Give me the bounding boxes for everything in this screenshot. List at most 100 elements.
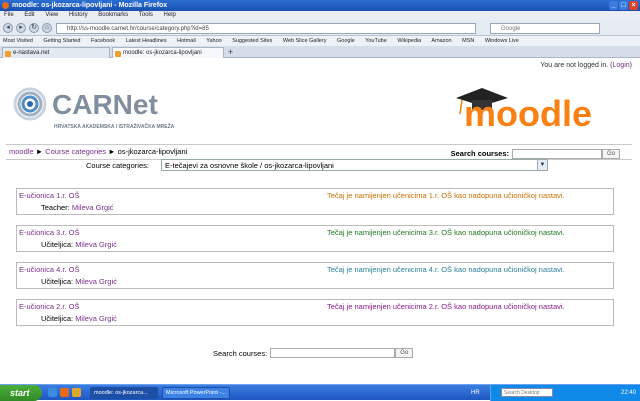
- menu-bookmarks[interactable]: Bookmarks: [98, 12, 128, 18]
- bookmark-item[interactable]: MSN: [462, 38, 474, 44]
- firefox-icon: [2, 2, 9, 9]
- tab-moodle[interactable]: moodle: os-jkozarca-lipovljani: [112, 47, 224, 58]
- back-icon[interactable]: ◂: [3, 23, 13, 33]
- menu-view[interactable]: View: [45, 12, 58, 18]
- tab-favicon-icon: [115, 51, 121, 57]
- login-close: ): [629, 62, 632, 69]
- course-description: Tečaj je namijenjen učenicima 4.r. OŠ ka…: [327, 265, 565, 274]
- minimize-icon[interactable]: _: [609, 1, 618, 10]
- bookmarks-toolbar: Most Visited Getting Started Facebook La…: [0, 36, 640, 46]
- teacher-link[interactable]: Mileva Grgić: [75, 277, 117, 286]
- course-description: Tečaj je namijenjen učenicima 2.r. OŠ ka…: [327, 302, 565, 311]
- course-description: Tečaj je namijenjen učenicima 3.r. OŠ ka…: [327, 228, 565, 237]
- bookmark-item[interactable]: Web Slice Gallery: [283, 38, 327, 44]
- window-title-bar: moodle: os-jkozarca-lipovljani - Mozilla…: [0, 0, 640, 11]
- bookmark-item[interactable]: Wikipedia: [397, 38, 421, 44]
- course-list: E-učionica 1.r. OŠ Teacher: Mileva Grgić…: [16, 188, 614, 336]
- home-icon[interactable]: ⌂: [42, 23, 52, 33]
- course-teacher: Učiteljica: Mileva Grgić: [41, 314, 117, 323]
- bookmark-item[interactable]: Hotmail: [177, 38, 196, 44]
- forward-icon[interactable]: ▸: [16, 23, 26, 33]
- menu-file[interactable]: File: [4, 12, 14, 18]
- teacher-link[interactable]: Mileva Grgić: [72, 203, 114, 212]
- search-label: Search courses:: [213, 348, 268, 358]
- course-item: E-učionica 3.r. OŠ Učiteljica: Mileva Gr…: [16, 225, 614, 252]
- teacher-link[interactable]: Mileva Grgić: [75, 314, 117, 323]
- login-link[interactable]: Login: [613, 62, 630, 69]
- close-icon[interactable]: ×: [629, 1, 638, 10]
- taskbar-item-firefox[interactable]: moodle: os-jkozarca...: [90, 387, 158, 399]
- teacher-role: Učiteljica:: [41, 277, 74, 286]
- teacher-role: Teacher:: [41, 203, 70, 212]
- breadcrumb-separator: ►: [106, 147, 118, 156]
- carnet-logo[interactable]: CARNet HRVATSKA AKADEMSKA I ISTRAŽIVAČKA…: [12, 84, 212, 136]
- menu-edit[interactable]: Edit: [24, 12, 34, 18]
- carnet-name: CARNet: [52, 89, 158, 120]
- bookmark-item[interactable]: Amazon: [431, 38, 451, 44]
- menu-history[interactable]: History: [69, 12, 88, 18]
- taskbar-item-label: moodle: os-jkozarca...: [94, 390, 148, 396]
- breadcrumb-separator: ►: [33, 147, 46, 156]
- bookmark-item[interactable]: Google: [337, 38, 355, 44]
- tab-e-nastava[interactable]: e-nastava.net: [2, 47, 110, 58]
- tab-favicon-icon: [5, 51, 11, 57]
- carnet-subtitle: HRVATSKA AKADEMSKA I ISTRAŽIVAČKA MREŽA: [54, 122, 175, 130]
- folder-icon[interactable]: [72, 388, 81, 397]
- bookmark-item[interactable]: Latest Headlines: [126, 38, 167, 44]
- menu-help[interactable]: Help: [164, 12, 176, 18]
- system-tray: HR Search Desktop 22:40: [471, 385, 640, 401]
- taskbar-item-label: Microsoft PowerPoint -...: [166, 390, 226, 396]
- navigation-bar: moodle ► Course categories ► os-jkozarca…: [6, 144, 632, 160]
- browser-search-input[interactable]: Google: [490, 23, 600, 34]
- desktop-search-input[interactable]: Search Desktop: [501, 388, 553, 397]
- breadcrumb-home[interactable]: moodle: [9, 147, 34, 156]
- bookmark-item[interactable]: Suggested Sites: [232, 38, 272, 44]
- search-go-button[interactable]: Go: [602, 149, 620, 159]
- taskbar-item-powerpoint[interactable]: Microsoft PowerPoint -...: [162, 387, 230, 399]
- window-title: moodle: os-jkozarca-lipovljani - Mozilla…: [12, 2, 168, 9]
- course-link[interactable]: E-učionica 3.r. OŠ: [19, 228, 79, 237]
- bookmark-item[interactable]: Facebook: [91, 38, 115, 44]
- course-link[interactable]: E-učionica 2.r. OŠ: [19, 302, 79, 311]
- search-courses-bottom: Search courses: Go: [213, 348, 414, 358]
- course-link[interactable]: E-učionica 4.r. OŠ: [19, 265, 79, 274]
- maximize-icon[interactable]: □: [619, 1, 628, 10]
- url-bar[interactable]: http://ss-moodle.carnet.hr/course/catego…: [56, 23, 476, 34]
- login-text: You are not logged in. (: [540, 62, 613, 69]
- search-go-button[interactable]: Go: [395, 348, 414, 358]
- bookmark-item[interactable]: YouTube: [365, 38, 387, 44]
- course-teacher: Učiteljica: Mileva Grgić: [41, 277, 117, 286]
- course-item: E-učionica 1.r. OŠ Teacher: Mileva Grgić…: [16, 188, 614, 215]
- course-item: E-učionica 2.r. OŠ Učiteljica: Mileva Gr…: [16, 299, 614, 326]
- bookmark-item[interactable]: Most Visited: [3, 38, 33, 44]
- category-select[interactable]: E-tečajevi za osnovne škole / os-jkozarc…: [161, 159, 548, 171]
- language-indicator[interactable]: HR: [471, 385, 480, 401]
- new-tab-icon[interactable]: +: [226, 48, 235, 57]
- search-input[interactable]: [270, 348, 396, 358]
- search-input[interactable]: [512, 149, 602, 159]
- login-info: You are not logged in. (Login): [540, 62, 632, 69]
- teacher-link[interactable]: Mileva Grgić: [75, 240, 117, 249]
- reload-icon[interactable]: ↻: [29, 23, 39, 33]
- bookmark-item[interactable]: Yahoo: [206, 38, 222, 44]
- course-teacher: Teacher: Mileva Grgić: [41, 203, 114, 212]
- clock: 22:40: [620, 390, 636, 396]
- bookmark-item[interactable]: Windows Live: [485, 38, 519, 44]
- breadcrumb-categories[interactable]: Course categories: [45, 147, 106, 156]
- course-link[interactable]: E-učionica 1.r. OŠ: [19, 191, 79, 200]
- category-selected-value: E-tečajevi za osnovne škole / os-jkozarc…: [165, 161, 334, 170]
- firefox-quicklaunch-icon[interactable]: [60, 388, 69, 397]
- url-text: http://ss-moodle.carnet.hr/course/catego…: [67, 26, 209, 32]
- chevron-down-icon[interactable]: ▼: [537, 160, 547, 170]
- tab-label: e-nastava.net: [13, 50, 50, 56]
- course-item: E-učionica 4.r. OŠ Učiteljica: Mileva Gr…: [16, 262, 614, 289]
- menu-tools[interactable]: Tools: [139, 12, 153, 18]
- carnet-swirl-icon: CARNet HRVATSKA AKADEMSKA I ISTRAŽIVAČKA…: [13, 87, 175, 130]
- start-label: start: [10, 388, 30, 398]
- ie-icon[interactable]: [48, 388, 57, 397]
- start-button[interactable]: start: [0, 385, 42, 401]
- bookmark-item[interactable]: Getting Started: [43, 38, 80, 44]
- mortarboard-icon: moodle: [456, 88, 592, 134]
- tab-label: moodle: os-jkozarca-lipovljani: [123, 50, 202, 56]
- moodle-logo[interactable]: moodle: [452, 84, 630, 134]
